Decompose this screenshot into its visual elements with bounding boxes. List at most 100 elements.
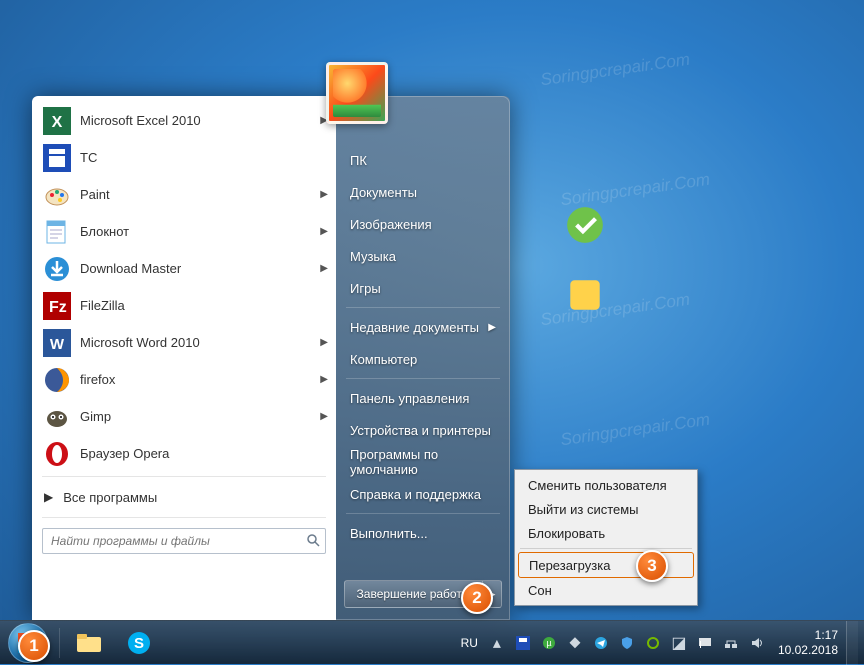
all-programs-label: Все программы [63, 490, 157, 505]
pinned-app-label: firefox [80, 372, 320, 387]
svg-text:Fz: Fz [49, 299, 67, 316]
pinned-app-label: FileZilla [80, 298, 328, 313]
right-menu-item[interactable]: Панель управления [336, 382, 510, 414]
right-menu-label: Программы по умолчанию [350, 447, 496, 477]
taskbar-item-skype[interactable]: S [115, 624, 163, 662]
pinned-app-word[interactable]: WMicrosoft Word 2010▶ [34, 324, 334, 361]
tray-icon-save[interactable] [513, 633, 533, 653]
system-tray: RU ▴ µ ⬥ ◪ 1:17 10.02.2018 [455, 621, 864, 664]
language-indicator[interactable]: RU [455, 636, 484, 650]
right-menu-label: Компьютер [350, 352, 417, 367]
pinned-app-label: Download Master [80, 261, 320, 276]
taskbar-separator [59, 628, 60, 658]
submenu-arrow-icon: ▶ [488, 322, 496, 333]
svg-text:W: W [50, 336, 65, 353]
power-options-menu: Сменить пользователя Выйти из системы Блок… [514, 469, 698, 606]
right-menu-item[interactable]: Программы по умолчанию [336, 446, 510, 478]
pinned-app-notepad[interactable]: Блокнот▶ [34, 213, 334, 250]
right-menu-item[interactable]: Изображения [336, 208, 510, 240]
submenu-arrow-icon: ▶ [320, 374, 328, 385]
pinned-app-excel[interactable]: XMicrosoft Excel 2010▶ [34, 102, 334, 139]
word-icon: W [42, 328, 72, 358]
search-input[interactable] [42, 528, 326, 554]
power-menu-label: Перезагрузка [529, 558, 610, 573]
pinned-app-label: Браузер Opera [80, 446, 328, 461]
right-menu-item[interactable]: Компьютер [336, 343, 510, 375]
right-menu-label: Панель управления [350, 391, 469, 406]
filezilla-icon: Fz [42, 291, 72, 321]
show-hidden-icons[interactable]: ▴ [487, 633, 507, 653]
divider [520, 548, 692, 549]
pinned-app-gimp[interactable]: Gimp▶ [34, 398, 334, 435]
shutdown-label: Завершение работы [357, 587, 471, 601]
taskbar-item-explorer[interactable] [65, 624, 113, 662]
tray-icon-telegram[interactable] [591, 633, 611, 653]
start-menu: XMicrosoft Excel 2010▶TCPaint▶Блокнот▶Do… [32, 96, 510, 620]
divider [346, 307, 500, 308]
svg-text:S: S [134, 635, 144, 652]
user-picture[interactable] [326, 62, 388, 124]
power-menu-item[interactable]: Блокировать [518, 521, 694, 545]
tray-icon-network[interactable] [721, 633, 741, 653]
pinned-app-paint[interactable]: Paint▶ [34, 176, 334, 213]
right-menu-item[interactable]: Устройства и принтеры [336, 414, 510, 446]
all-programs-button[interactable]: ▶ Все программы [34, 481, 334, 513]
tray-icon-utorrent[interactable]: µ [539, 633, 559, 653]
annotation-marker-2: 2 [461, 582, 493, 614]
right-menu-item[interactable]: Документы [336, 176, 510, 208]
right-menu-item[interactable]: Справка и поддержка [336, 478, 510, 510]
right-menu-label: Документы [350, 185, 417, 200]
power-menu-item[interactable]: Сон [518, 578, 694, 602]
pinned-app-label: Блокнот [80, 224, 320, 239]
pinned-app-label: Microsoft Excel 2010 [80, 113, 320, 128]
desktop-shortcut[interactable] [560, 200, 610, 250]
submenu-arrow-icon: ▶ [320, 263, 328, 274]
right-menu-item[interactable]: ПК [336, 144, 510, 176]
svg-text:µ: µ [546, 638, 551, 648]
taskbar: S RU ▴ µ ⬥ ◪ 1:17 10.02.2018 [0, 620, 864, 664]
tray-icon-generic[interactable]: ◪ [669, 633, 689, 653]
desktop-shortcut[interactable] [560, 270, 610, 320]
triangle-icon: ▶ [44, 490, 53, 504]
divider [346, 378, 500, 379]
firefox-icon [42, 365, 72, 395]
search-wrapper [34, 522, 334, 558]
submenu-arrow-icon: ▶ [320, 411, 328, 422]
notepad-icon [42, 217, 72, 247]
start-menu-left-pane: XMicrosoft Excel 2010▶TCPaint▶Блокнот▶Do… [32, 96, 336, 620]
power-menu-label: Сон [528, 583, 552, 598]
pinned-app-opera[interactable]: Браузер Opera [34, 435, 334, 472]
right-menu-item[interactable]: Недавние документы▶ [336, 311, 510, 343]
paint-icon [42, 180, 72, 210]
show-desktop-button[interactable] [846, 621, 858, 665]
tray-icon-security[interactable] [617, 633, 637, 653]
power-menu-label: Выйти из системы [528, 502, 639, 517]
right-menu-item[interactable]: Игры [336, 272, 510, 304]
right-menu-label: Справка и поддержка [350, 487, 481, 502]
divider [346, 513, 500, 514]
tc-icon [42, 143, 72, 173]
pinned-app-filezilla[interactable]: Fz FileZilla [34, 287, 334, 324]
tray-icon-generic[interactable]: ⬥ [565, 633, 585, 653]
pinned-app-label: Paint [80, 187, 320, 202]
gimp-icon [42, 402, 72, 432]
taskbar-clock[interactable]: 1:17 10.02.2018 [770, 628, 846, 658]
pinned-app-firefox[interactable]: firefox▶ [34, 361, 334, 398]
pinned-app-label: TC [80, 150, 328, 165]
right-menu-label: Музыка [350, 249, 396, 264]
pinned-app-tc[interactable]: TC [34, 139, 334, 176]
right-menu-label: Игры [350, 281, 381, 296]
divider [42, 517, 326, 518]
tray-icon-action-center[interactable] [695, 633, 715, 653]
search-icon [306, 533, 320, 547]
pinned-app-dm[interactable]: Download Master▶ [34, 250, 334, 287]
power-menu-item[interactable]: Сменить пользователя [518, 473, 694, 497]
power-menu-item[interactable]: Выйти из системы [518, 497, 694, 521]
clock-date: 10.02.2018 [778, 643, 838, 658]
right-menu-item[interactable]: Выполнить... [336, 517, 510, 549]
tray-icon-volume[interactable] [747, 633, 767, 653]
right-menu-item[interactable]: Музыка [336, 240, 510, 272]
pinned-app-label: Microsoft Word 2010 [80, 335, 320, 350]
tray-icon-nvidia[interactable] [643, 633, 663, 653]
dm-icon [42, 254, 72, 284]
